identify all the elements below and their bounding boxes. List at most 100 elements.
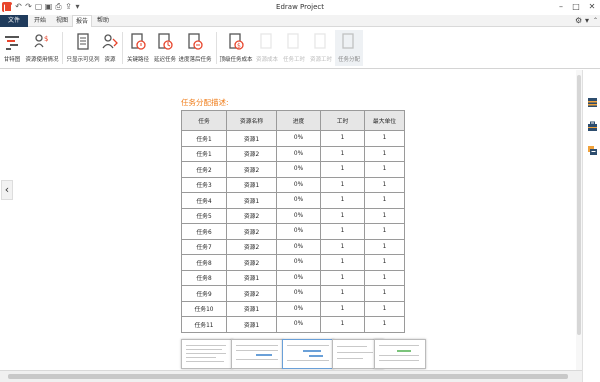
- horizontal-scrollbar[interactable]: [0, 370, 582, 382]
- table-cell: 资源2: [226, 223, 277, 240]
- table-cell: 任务3: [181, 176, 227, 193]
- resource-usage-icon: $: [34, 34, 48, 48]
- task-assign-button[interactable]: 任务分配: [335, 30, 363, 66]
- tab-help[interactable]: 帮助: [93, 15, 113, 27]
- table-cell: 1: [364, 130, 405, 147]
- table-cell: 任务2: [181, 161, 227, 178]
- table-cell: 1: [364, 238, 405, 255]
- assign-icon: [342, 33, 354, 49]
- resource-work-button[interactable]: 资源工时: [308, 30, 334, 66]
- work-icon: [314, 33, 326, 49]
- table-cell: 任务8: [181, 269, 227, 286]
- tab-view[interactable]: 视图: [52, 15, 72, 27]
- critical-path-button[interactable]: 关键路径: [125, 30, 151, 66]
- table-cell: 任务10: [181, 300, 227, 317]
- table-row: 任务1 资源1 0% 1 1: [181, 130, 405, 147]
- table-cell: 1: [320, 192, 365, 209]
- page-thumbnail[interactable]: [181, 339, 233, 369]
- table-row: 任务8 资源2 0% 1 1: [181, 254, 405, 271]
- resource-icon: [102, 34, 118, 49]
- maximize-button[interactable]: □: [569, 1, 583, 13]
- document-icon: [77, 33, 89, 50]
- progress-tasks-button[interactable]: 进度落后任务: [178, 30, 212, 66]
- table-cell: 1: [320, 161, 365, 178]
- close-button[interactable]: ✕: [585, 1, 599, 13]
- table-cell: 0%: [276, 254, 321, 271]
- table-cell: 0%: [276, 269, 321, 286]
- work-icon: [287, 33, 299, 49]
- ribbon-separator: [62, 32, 63, 64]
- gear-icon[interactable]: ⚙: [575, 16, 582, 26]
- top-task-cost-button[interactable]: $ 顶级任务成本: [219, 30, 253, 66]
- page-thumbnails: [181, 336, 426, 370]
- table-row: 任务9 资源2 0% 1 1: [181, 285, 405, 302]
- table-cell: 任务1: [181, 145, 227, 162]
- table-row: 任务3 资源1 0% 1 1: [181, 176, 405, 193]
- gantt-icon: [5, 36, 19, 50]
- table-cell: 资源1: [226, 176, 277, 193]
- table-header-row: 任务 资源名称 进度 工时 最大单位: [181, 110, 405, 131]
- window-title: Edraw Project: [276, 3, 324, 11]
- table-cell: 0%: [276, 161, 321, 178]
- ribbon-collapse-icon[interactable]: ▾: [585, 16, 589, 26]
- page-thumbnail[interactable]: [231, 339, 283, 369]
- table-cell: 1: [320, 269, 365, 286]
- table-cell: 1: [364, 192, 405, 209]
- assignment-table: 任务 资源名称 进度 工时 最大单位 任务1 资源1 0% 1 1 任务1 资源2 0% 1 1…: [181, 110, 405, 333]
- table-cell: 资源2: [226, 161, 277, 178]
- resource-cost-button[interactable]: 资源成本: [254, 30, 280, 66]
- tab-file[interactable]: 文件: [0, 15, 28, 27]
- column-header: 资源名称: [226, 110, 277, 131]
- table-cell: 资源2: [226, 254, 277, 271]
- table-cell: 1: [364, 207, 405, 224]
- briefcase-icon[interactable]: [587, 121, 598, 132]
- ribbon-options-icon[interactable]: ⌃: [593, 16, 598, 26]
- page-thumbnail[interactable]: [282, 339, 334, 369]
- table-cell: 资源1: [226, 316, 277, 333]
- column-header: 任务: [181, 110, 227, 131]
- table-cell: 0%: [276, 223, 321, 240]
- table-cell: 任务6: [181, 223, 227, 240]
- table-cell: 资源2: [226, 238, 277, 255]
- visible-only-button[interactable]: 只显示可见列: [65, 30, 101, 66]
- task-list-icon[interactable]: [587, 97, 598, 108]
- column-header: 工时: [320, 110, 365, 131]
- table-cell: 资源2: [226, 285, 277, 302]
- table-row: 任务2 资源2 0% 1 1: [181, 161, 405, 178]
- table-cell: 1: [364, 161, 405, 178]
- tab-start[interactable]: 开始: [30, 15, 50, 27]
- table-cell: 1: [320, 285, 365, 302]
- table-cell: 0%: [276, 285, 321, 302]
- collapse-left-button[interactable]: ‹: [1, 180, 13, 200]
- table-cell: 任务8: [181, 254, 227, 271]
- table-cell: 资源1: [226, 192, 277, 209]
- table-cell: 0%: [276, 207, 321, 224]
- resource-button[interactable]: 资源: [102, 30, 118, 66]
- scrollbar-thumb[interactable]: [8, 374, 568, 379]
- table-cell: 任务5: [181, 207, 227, 224]
- resource-usage-button[interactable]: $ 资源使用情况: [24, 30, 60, 66]
- table-cell: 资源1: [226, 269, 277, 286]
- table-cell: 资源2: [226, 145, 277, 162]
- cost-icon: $: [229, 33, 244, 50]
- table-cell: 1: [320, 176, 365, 193]
- table-cell: 1: [364, 223, 405, 240]
- table-cell: 1: [320, 145, 365, 162]
- cost-icon: [260, 33, 272, 49]
- page-thumbnail[interactable]: [374, 339, 426, 369]
- overdue-tasks-icon: [158, 33, 173, 50]
- table-cell: 任务9: [181, 285, 227, 302]
- gantt-button[interactable]: 甘特图: [2, 30, 22, 66]
- critical-path-icon: [131, 33, 146, 50]
- table-cell: 1: [320, 130, 365, 147]
- minimize-button[interactable]: –: [554, 1, 568, 13]
- ribbon-separator: [122, 32, 123, 64]
- overdue-tasks-button[interactable]: 延迟任务: [152, 30, 178, 66]
- table-cell: 1: [320, 238, 365, 255]
- table-row: 任务4 资源1 0% 1 1: [181, 192, 405, 209]
- svg-text:$: $: [44, 35, 48, 43]
- scrollbar-thumb[interactable]: [577, 75, 581, 335]
- table-row: 任务7 资源2 0% 1 1: [181, 238, 405, 255]
- task-work-button[interactable]: 任务工时: [282, 30, 306, 66]
- resource-sheet-icon[interactable]: [587, 145, 598, 156]
